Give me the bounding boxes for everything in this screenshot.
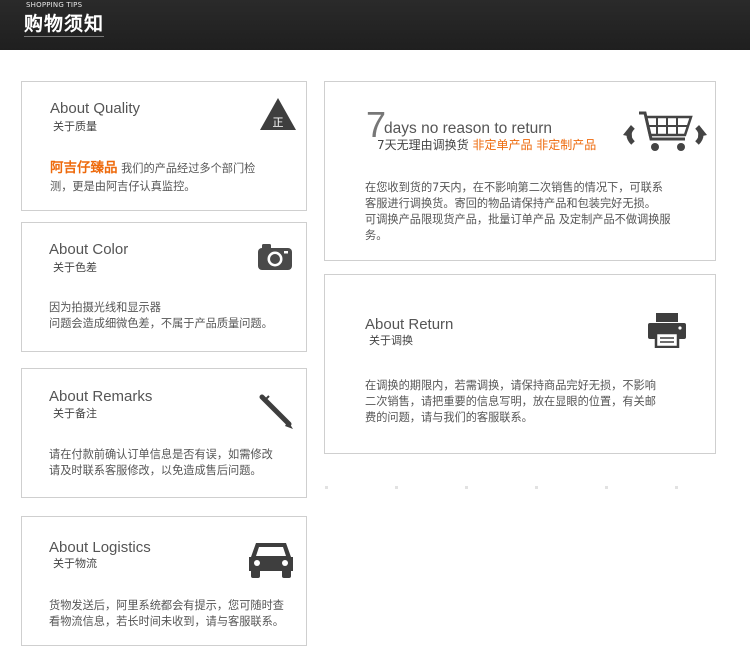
card-remarks-body-line1: 请在付款前确认订单信息是否有误，如需修改 [49,448,273,461]
card-quality-subtitle: 关于质量 [53,120,97,133]
card-quality: About Quality 关于质量 正 阿吉仔臻品 我们的产品经过多个部门检 … [21,81,307,211]
card-color-subtitle: 关于色差 [53,261,97,274]
card-7day-body: 在您收到货的7天内，在不影响第二次销售的情况下，可联系 客服进行调换货。寄回的物… [365,180,671,244]
card-7day-body-line1: 在您收到货的7天内，在不影响第二次销售的情况下，可联系 [365,181,663,194]
card-color-body-line2: 问题会造成细微色差，不属于产品质量问题。 [49,317,273,330]
card-return: About Return 关于调换 在调换的期限内，若需调换，请保持商品完好无损… [324,274,716,454]
card-quality-body: 阿吉仔臻品 我们的产品经过多个部门检 测，更是由阿吉仔认真监控。 [50,160,255,195]
card-7day-subtitle: 7天无理由调换货 非定单产品 非定制产品 [377,136,596,153]
card-quality-body-line1: 我们的产品经过多个部门检 [121,162,256,175]
header-en-label: SHOPPING TIPS [26,1,83,9]
card-quality-body-line2: 测，更是由阿吉仔认真监控。 [50,180,196,193]
card-logistics: About Logistics 关于物流 货物发送后，阿里系统都会有提示，您可随… [21,516,307,646]
pen-icon [256,391,296,431]
car-icon [247,539,295,579]
card-logistics-title: About Logistics [49,539,151,556]
header-underline [24,36,104,37]
card-7day-return: 7days no reason to return 7天无理由调换货 非定单产品… [324,81,716,261]
printer-icon [647,312,687,349]
card-return-body-line1: 在调换的期限内，若需调换，请保持商品完好无损，不影响 [365,379,656,392]
card-return-subtitle: 关于调换 [369,334,413,347]
card-logistics-body-line2: 看物流信息，若长时间未收到，请与客服联系。 [49,615,284,628]
camera-icon [257,243,293,271]
card-quality-title: About Quality [50,100,141,117]
card-7day-body-line3: 可调换产品限现货产品，批量订单产品 及定制产品不做调换服 [365,213,671,226]
card-logistics-subtitle: 关于物流 [53,557,97,570]
card-color-body-line1: 因为拍摄光线和显示器 [49,301,161,314]
card-color-title: About Color [49,241,129,258]
card-return-body-line3: 费的问题，请与我们的客服联系。 [365,411,533,424]
header-title: 购物须知 [24,13,105,35]
shopping-cart-icon [619,107,711,157]
brand-name: 阿吉仔臻品 [50,160,118,176]
card-return-body: 在调换的期限内，若需调换，请保持商品完好无损，不影响 二次销售，请把重要的信息写… [365,378,656,426]
card-remarks: About Remarks 关于备注 请在付款前确认订单信息是否有误，如需修改 … [21,368,307,498]
header-bar: SHOPPING TIPS 购物须知 [0,0,750,50]
card-return-body-line2: 二次销售，请把重要的信息写明，放在显眼的位置，有关邮 [365,395,656,408]
quality-triangle-icon: 正 [259,97,297,131]
card-remarks-title: About Remarks [49,388,153,405]
card-7day-subtitle-plain: 7天无理由调换货 [377,138,473,152]
decorative-dots [325,486,725,492]
card-remarks-body-line2: 请及时联系客服修改，以免造成售后问题。 [49,464,262,477]
card-logistics-body-line1: 货物发送后，阿里系统都会有提示，您可随时查 [49,599,284,612]
card-return-title: About Return [365,316,454,333]
card-7day-subtitle-orange: 非定单产品 非定制产品 [472,138,597,152]
card-remarks-subtitle: 关于备注 [53,407,97,420]
card-7day-title: days no reason to return [384,120,553,137]
card-7day-body-line4: 务。 [365,229,388,242]
card-7day-body-line2: 客服进行调换货。寄回的物品请保持产品和包装完好无损。 [365,197,656,210]
quality-icon-glyph: 正 [273,116,284,129]
card-logistics-body: 货物发送后，阿里系统都会有提示，您可随时查 看物流信息，若长时间未收到，请与客服… [49,598,284,630]
card-color-body: 因为拍摄光线和显示器 问题会造成细微色差，不属于产品质量问题。 [49,300,273,332]
card-remarks-body: 请在付款前确认订单信息是否有误，如需修改 请及时联系客服修改，以免造成售后问题。 [49,447,273,479]
card-color: About Color 关于色差 因为拍摄光线和显示器 问题会造成细微色差，不属… [21,222,307,352]
